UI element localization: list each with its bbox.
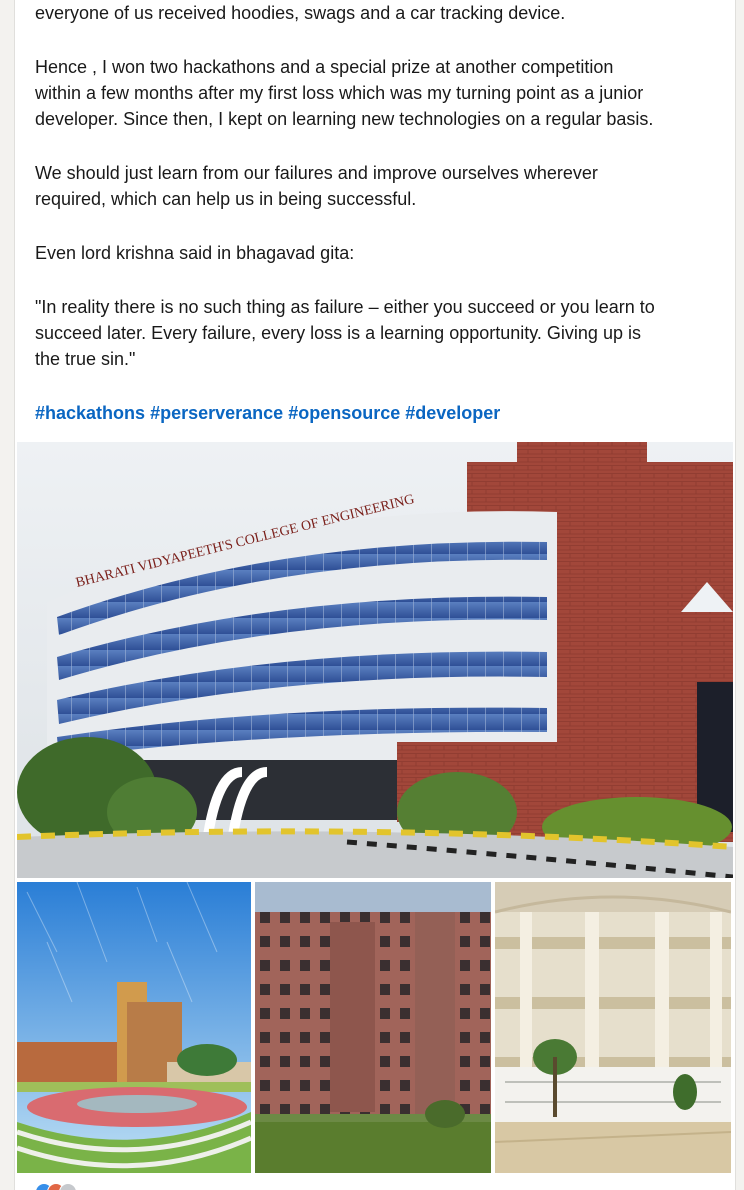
post-body: everyone of us received hoodies, swags a… bbox=[35, 0, 725, 426]
text-line: succeed later. Every failure, every loss… bbox=[35, 323, 641, 343]
post-paragraph: "In reality there is no such thing as fa… bbox=[35, 294, 725, 372]
hashtag-row: #hackathons #perserverance #opensource #… bbox=[35, 400, 725, 426]
text-line: developer. Since then, I kept on learnin… bbox=[35, 109, 654, 129]
hashtag-link[interactable]: #developer bbox=[405, 403, 500, 423]
amphitheater-image bbox=[17, 882, 251, 1173]
college-building-image: BHARATI VIDYAPEETH'S COLLEGE OF ENGINEER… bbox=[17, 442, 733, 878]
text-line: within a few months after my first loss … bbox=[35, 83, 644, 103]
text-line: "In reality there is no such thing as fa… bbox=[35, 297, 655, 317]
post-paragraph: Even lord krishna said in bhagavad gita: bbox=[35, 240, 725, 266]
post-paragraph: We should just learn from our failures a… bbox=[35, 160, 725, 212]
text-line: Hence , I won two hackathons and a speci… bbox=[35, 57, 614, 77]
hashtag-link[interactable]: #perserverance bbox=[150, 403, 283, 423]
post-photo-main[interactable]: BHARATI VIDYAPEETH'S COLLEGE OF ENGINEER… bbox=[17, 442, 733, 878]
post-paragraph: everyone of us received hoodies, swags a… bbox=[35, 0, 725, 26]
post-photo-amphitheater[interactable] bbox=[17, 882, 251, 1173]
post-card: everyone of us received hoodies, swags a… bbox=[14, 0, 736, 1190]
text-line: the true sin." bbox=[35, 349, 136, 369]
atrium-interior-image bbox=[495, 882, 731, 1173]
post-paragraph: Hence , I won two hackathons and a speci… bbox=[35, 54, 725, 132]
text-line: everyone of us received hoodies, swags a… bbox=[35, 3, 566, 23]
hashtag-link[interactable]: #hackathons bbox=[35, 403, 145, 423]
text-line: required, which can help us in being suc… bbox=[35, 189, 417, 209]
support-reaction-icon bbox=[59, 1183, 77, 1190]
text-line: We should just learn from our failures a… bbox=[35, 163, 598, 183]
text-line: Even lord krishna said in bhagavad gita: bbox=[35, 243, 355, 263]
hashtag-link[interactable]: #opensource bbox=[288, 403, 400, 423]
hostel-building-image bbox=[255, 882, 491, 1173]
post-photo-hostel[interactable] bbox=[255, 882, 491, 1173]
post-photo-atrium[interactable] bbox=[495, 882, 731, 1173]
